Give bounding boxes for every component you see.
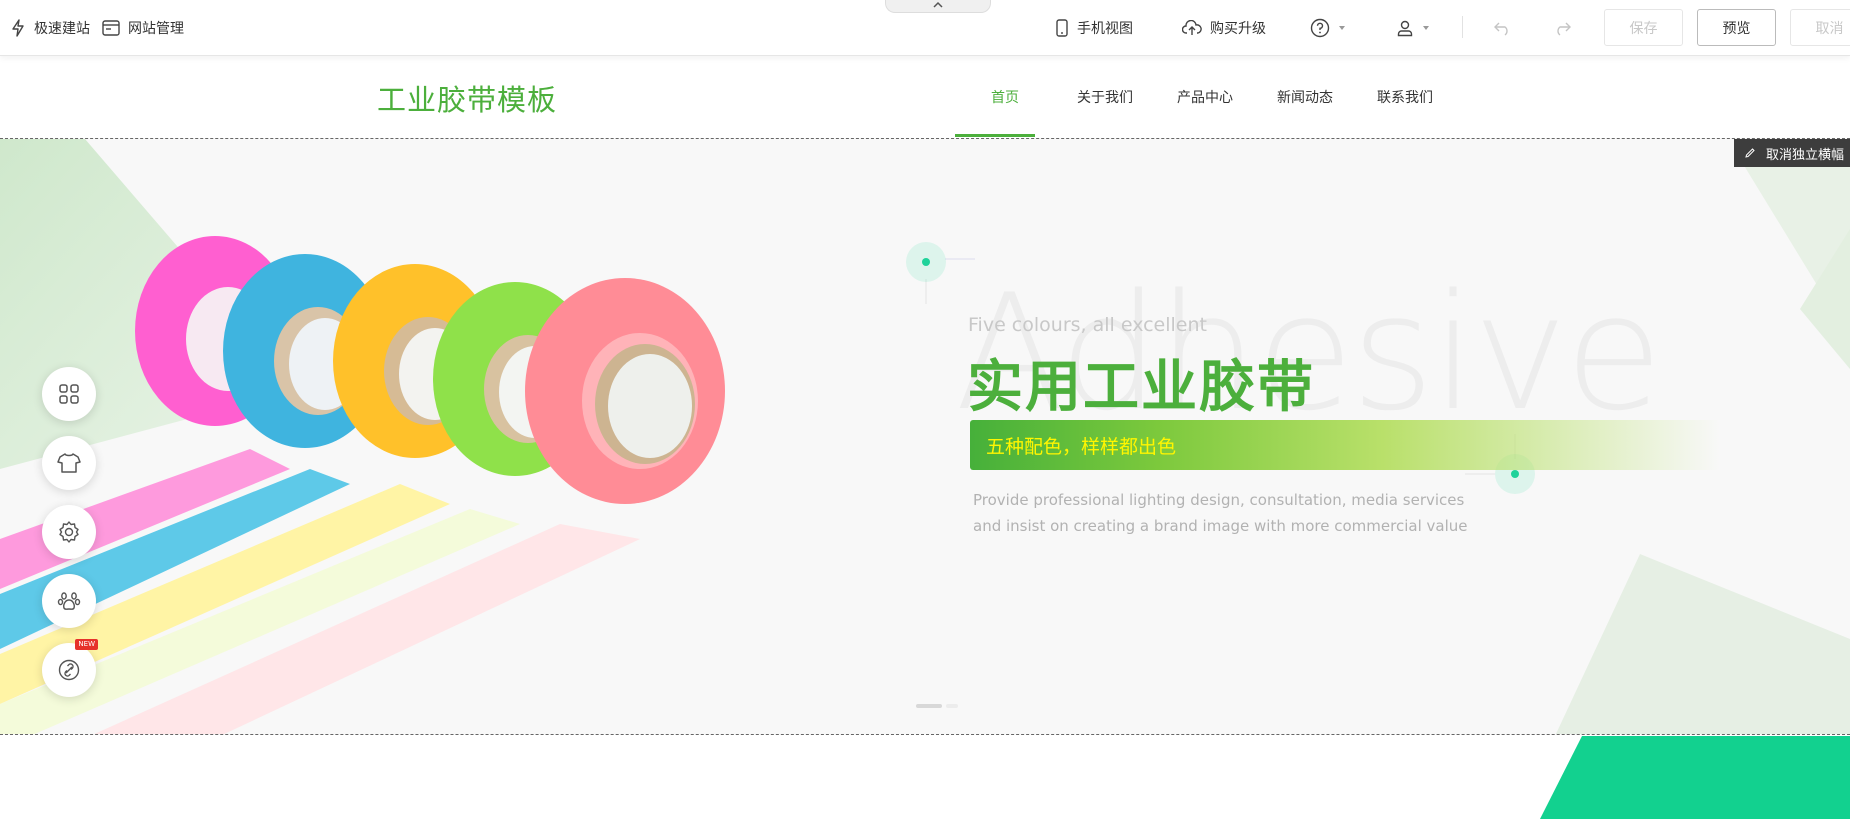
nav-item-products[interactable]: 产品中心 <box>1155 57 1255 137</box>
chevron-up-icon <box>933 1 943 8</box>
cloud-upload-icon <box>1182 20 1202 35</box>
paw-icon <box>57 592 81 610</box>
banner-title: 实用工业胶带 <box>967 355 1315 420</box>
upgrade-label: 购买升级 <box>1210 21 1266 37</box>
collapse-toolbar-button[interactable] <box>885 0 991 13</box>
settings-button[interactable] <box>42 505 96 559</box>
redo-button[interactable] <box>1552 0 1572 56</box>
new-badge: NEW <box>75 639 98 650</box>
site-header: 工业胶带模板 首页 关于我们 产品中心 新闻动态 联系我们 <box>0 57 1850 137</box>
preview-button[interactable]: 预览 <box>1697 9 1776 46</box>
editor-toolbar: 极速建站 网站管理 手机视图 购买升级 保存 预览 取消 <box>0 0 1850 56</box>
grid-icon <box>59 384 79 404</box>
gear-icon <box>59 521 79 543</box>
banner-subtitle: Five colours, all excellent <box>968 314 1207 336</box>
nav-item-home[interactable]: 首页 <box>955 57 1055 137</box>
user-icon <box>1397 20 1413 37</box>
phone-icon <box>1056 19 1068 37</box>
plugins-button[interactable] <box>42 574 96 628</box>
site-logo[interactable]: 工业胶带模板 <box>377 77 557 119</box>
quick-build-label: 极速建站 <box>34 21 90 37</box>
caret-down-icon <box>1339 26 1345 30</box>
mobile-view-label: 手机视图 <box>1077 21 1133 37</box>
site-nav: 首页 关于我们 产品中心 新闻动态 联系我们 <box>955 57 1455 137</box>
banner-tagline-strip: 五种配色，样样都出色 <box>970 420 1720 470</box>
help-menu[interactable] <box>1310 0 1346 56</box>
toolbar-divider <box>1462 16 1463 38</box>
theme-button[interactable] <box>42 436 96 490</box>
site-manage-button[interactable]: 网站管理 <box>102 0 184 56</box>
quick-build-button[interactable]: 极速建站 <box>10 0 90 56</box>
slider-dot[interactable] <box>946 704 958 708</box>
nav-item-news[interactable]: 新闻动态 <box>1255 57 1355 137</box>
lightning-icon <box>12 19 24 37</box>
undo-icon <box>1494 22 1508 36</box>
page-lower-section <box>0 736 1850 819</box>
slider-dot-active[interactable] <box>916 704 942 708</box>
components-button[interactable] <box>42 367 96 421</box>
banner-tagline: 五种配色，样样都出色 <box>986 435 1177 458</box>
edit-badge-label: 取消独立横幅 <box>1766 147 1845 163</box>
nav-item-contact[interactable]: 联系我们 <box>1355 57 1455 137</box>
upgrade-button[interactable]: 购买升级 <box>1182 0 1266 56</box>
site-manage-label: 网站管理 <box>128 21 184 37</box>
nav-item-about[interactable]: 关于我们 <box>1055 57 1155 137</box>
redo-icon <box>1557 22 1571 36</box>
shirt-icon <box>57 453 81 473</box>
link-icon <box>58 659 80 681</box>
cancel-independent-banner-button[interactable]: 取消独立横幅 <box>1734 139 1850 167</box>
mobile-view-button[interactable]: 手机视图 <box>1055 0 1133 56</box>
account-menu[interactable] <box>1396 0 1430 56</box>
lower-decoration <box>1540 736 1850 819</box>
cancel-button[interactable]: 取消 <box>1790 9 1850 46</box>
link-button[interactable]: NEW <box>42 639 98 697</box>
save-button[interactable]: 保存 <box>1604 9 1683 46</box>
caret-down-icon <box>1423 26 1429 30</box>
undo-button[interactable] <box>1493 0 1513 56</box>
window-icon <box>102 20 120 36</box>
banner-description: Provide professional lighting design, co… <box>973 491 1468 535</box>
decor-dot <box>906 242 946 282</box>
help-icon <box>1310 18 1330 38</box>
pencil-icon <box>1745 148 1755 158</box>
slider-pagination <box>916 704 958 708</box>
hero-banner[interactable]: 取消独立横幅 Adhesive Five colours, all excell… <box>0 138 1850 735</box>
